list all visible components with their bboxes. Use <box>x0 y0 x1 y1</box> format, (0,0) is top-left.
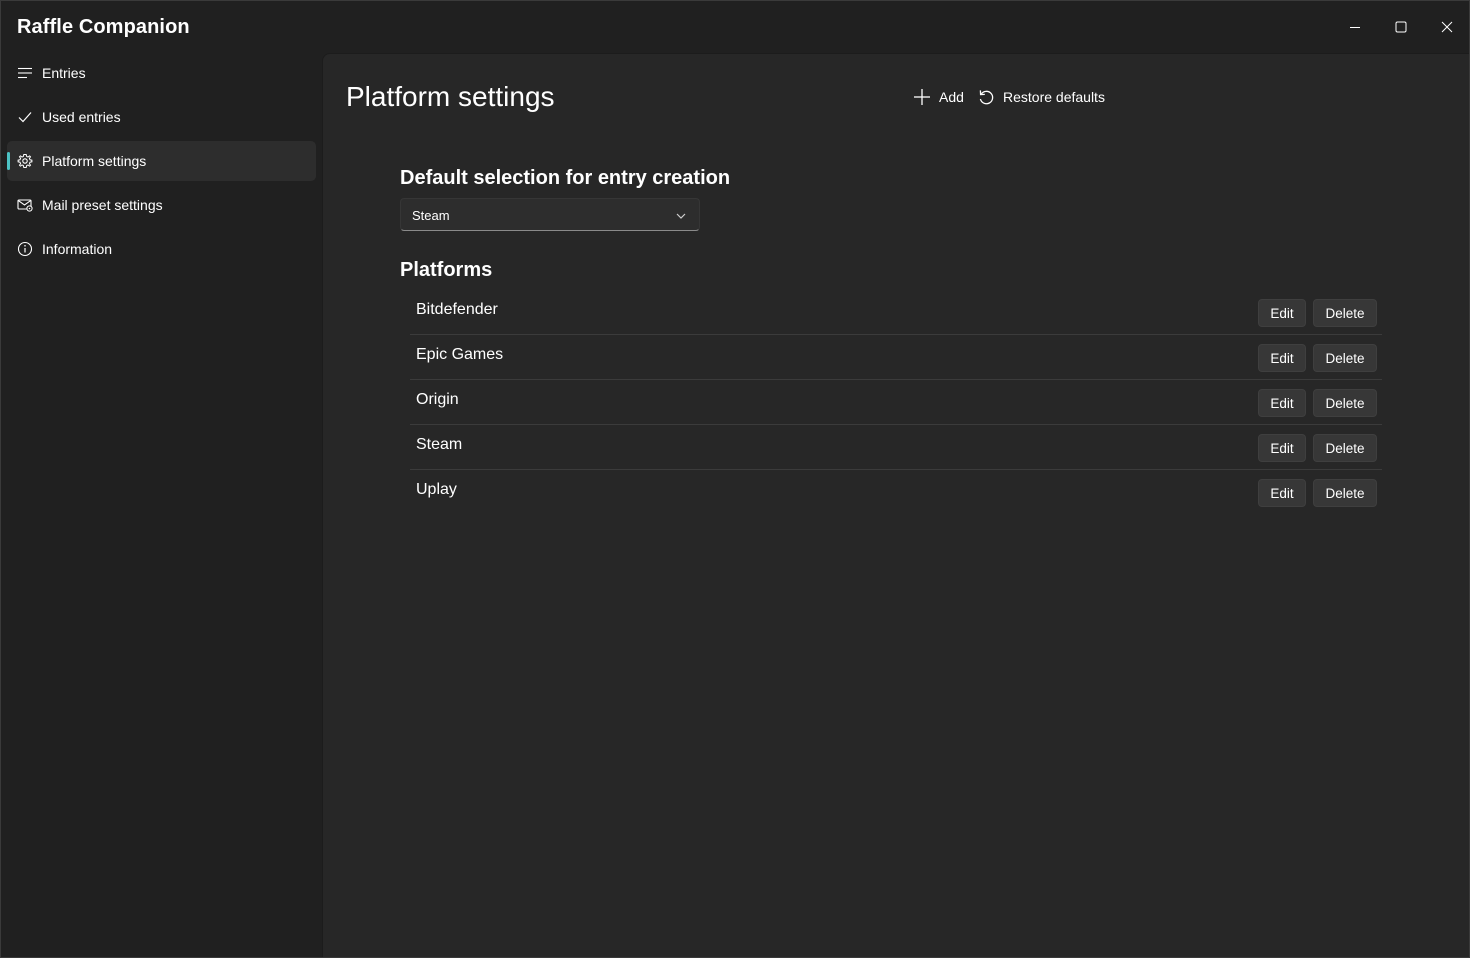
mail-settings-icon <box>17 197 33 213</box>
sidebar-item-platform-settings[interactable]: Platform settings <box>7 141 316 181</box>
checkmark-icon <box>17 109 33 125</box>
gear-icon <box>17 153 33 169</box>
platform-name: Steam <box>416 436 463 453</box>
navigation-sidebar: Entries Used entries Platform settings M… <box>1 53 322 957</box>
sidebar-item-label: Used entries <box>42 109 121 125</box>
platforms-heading: Platforms <box>400 259 493 281</box>
sidebar-item-label: Mail preset settings <box>42 197 163 213</box>
title-bar[interactable]: Raffle Companion <box>1 1 1469 53</box>
restore-defaults-label: Restore defaults <box>1003 89 1105 105</box>
close-button[interactable] <box>1424 5 1470 49</box>
undo-icon <box>979 90 994 105</box>
platforms-list: Bitdefender Edit Delete Epic Games Edit … <box>410 290 1382 515</box>
selection-indicator <box>7 152 10 170</box>
platform-name: Bitdefender <box>416 301 498 318</box>
sidebar-item-information[interactable]: Information <box>7 229 316 269</box>
chevron-down-icon <box>676 213 686 219</box>
close-icon <box>1441 21 1453 33</box>
sidebar-item-label: Information <box>42 241 113 257</box>
platform-name: Uplay <box>416 481 457 498</box>
restore-defaults-button[interactable]: Restore defaults <box>977 82 1105 112</box>
list-icon <box>17 65 33 81</box>
edit-button[interactable]: Edit <box>1258 479 1306 507</box>
add-button-label: Add <box>939 89 964 105</box>
default-selection-heading: Default selection for entry creation <box>400 167 731 189</box>
list-item: Epic Games Edit Delete <box>410 335 1382 380</box>
delete-button[interactable]: Delete <box>1313 344 1377 372</box>
list-item: Uplay Edit Delete <box>410 470 1382 515</box>
edit-button[interactable]: Edit <box>1258 299 1306 327</box>
edit-button[interactable]: Edit <box>1258 389 1306 417</box>
delete-button[interactable]: Delete <box>1313 389 1377 417</box>
list-item: Steam Edit Delete <box>410 425 1382 470</box>
sidebar-item-mail-preset-settings[interactable]: Mail preset settings <box>7 185 316 225</box>
sidebar-item-entries[interactable]: Entries <box>7 53 316 93</box>
delete-button[interactable]: Delete <box>1313 479 1377 507</box>
platform-name: Origin <box>416 391 459 408</box>
list-item: Bitdefender Edit Delete <box>410 290 1382 335</box>
delete-button[interactable]: Delete <box>1313 434 1377 462</box>
list-item: Origin Edit Delete <box>410 380 1382 425</box>
delete-button[interactable]: Delete <box>1313 299 1377 327</box>
edit-button[interactable]: Edit <box>1258 344 1306 372</box>
platform-name: Epic Games <box>416 346 504 363</box>
edit-button[interactable]: Edit <box>1258 434 1306 462</box>
add-button[interactable]: Add <box>913 82 964 112</box>
sidebar-item-label: Platform settings <box>42 153 147 169</box>
app-title: Raffle Companion <box>17 16 190 38</box>
main-content: Platform settings Add Restore defaults D… <box>322 53 1469 957</box>
maximize-icon <box>1395 21 1407 33</box>
default-platform-dropdown[interactable]: Steam <box>400 198 700 231</box>
plus-icon <box>914 89 930 105</box>
sidebar-item-used-entries[interactable]: Used entries <box>7 97 316 137</box>
minimize-button[interactable] <box>1332 5 1378 49</box>
maximize-button[interactable] <box>1378 5 1424 49</box>
minimize-icon <box>1350 27 1360 28</box>
page-title: Platform settings <box>346 81 555 112</box>
sidebar-item-label: Entries <box>42 65 86 81</box>
app-window: Raffle Companion Entries Used entries Pl… <box>0 0 1470 958</box>
dropdown-selected-value: Steam <box>412 208 450 223</box>
info-icon <box>17 241 33 257</box>
